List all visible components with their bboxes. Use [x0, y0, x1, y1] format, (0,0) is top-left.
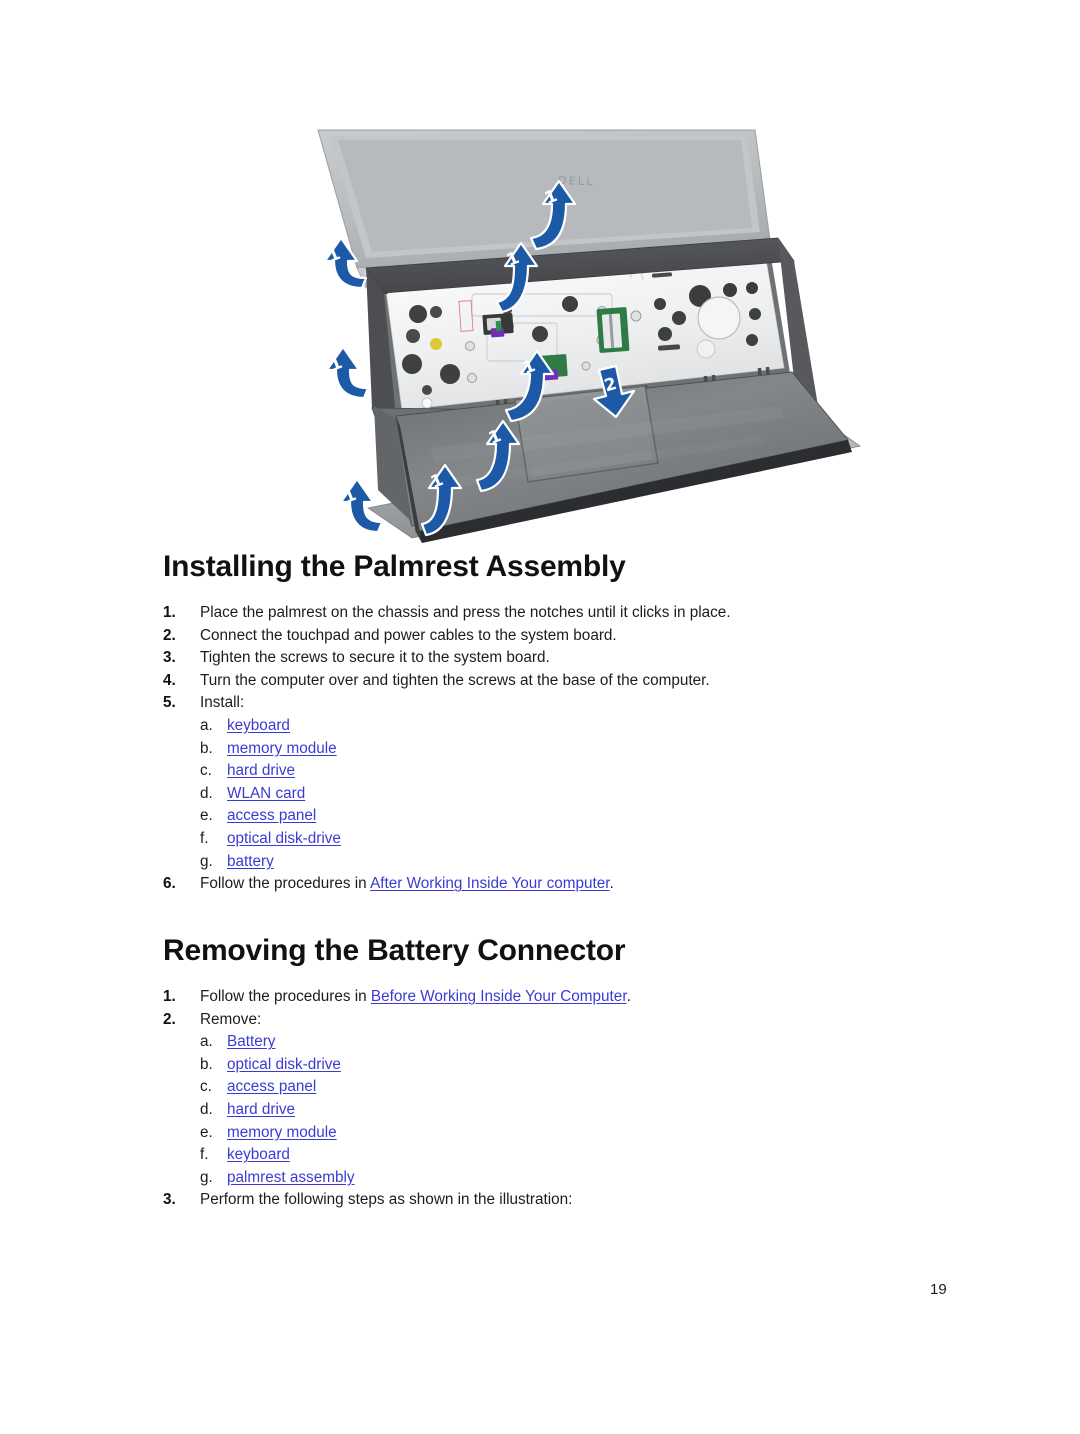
step-item: 1. Place the palmrest on the chassis and…: [163, 602, 963, 625]
list-item: b. optical disk-drive: [200, 1054, 963, 1077]
step-number: 2.: [163, 1010, 176, 1028]
link-wlan-card[interactable]: WLAN card: [227, 785, 305, 802]
list-marker: e.: [200, 807, 213, 825]
step-text-after: .: [609, 875, 614, 893]
step-text: Follow the procedures in Before Working …: [200, 988, 631, 1005]
page-title-removing-battery-connector: Removing the Battery Connector: [163, 934, 626, 967]
page-title-installing-palmrest: Installing the Palmrest Assembly: [163, 550, 626, 583]
link-palmrest-assembly[interactable]: palmrest assembly: [227, 1169, 355, 1186]
step-text: Follow the procedures in After Working I…: [200, 875, 614, 892]
link-memory-module[interactable]: memory module: [227, 740, 337, 757]
step-text-before: Follow the procedures in: [200, 875, 371, 893]
list-marker: b.: [200, 1055, 213, 1073]
step-number: 3.: [163, 649, 176, 667]
link-optical-disk-drive[interactable]: optical disk-drive: [227, 1056, 341, 1073]
step-number: 3.: [163, 1191, 176, 1209]
step-item-install: 5. Install:: [163, 692, 963, 715]
list-marker: d.: [200, 784, 213, 802]
list-marker: a.: [200, 1033, 213, 1051]
list-item: c. access panel: [200, 1076, 963, 1099]
link-battery[interactable]: battery: [227, 853, 274, 870]
install-components-list: a. keyboard b. memory module c. hard dri…: [163, 715, 963, 873]
list-item: b. memory module: [200, 738, 963, 761]
list-marker: a.: [200, 716, 213, 734]
list-marker: g.: [200, 1168, 213, 1186]
link-keyboard[interactable]: keyboard: [227, 1146, 290, 1163]
step-text-before: Follow the procedures in: [200, 988, 371, 1005]
link-optical-disk-drive[interactable]: optical disk-drive: [227, 830, 341, 847]
list-item: e. memory module: [200, 1122, 963, 1145]
callout-arrow-1-left-mid: 1: [325, 345, 370, 400]
step-number: 6.: [163, 875, 176, 893]
list-marker: g.: [200, 852, 213, 870]
list-marker: c.: [200, 1078, 212, 1096]
list-marker: d.: [200, 1100, 213, 1118]
step-item-follow-procedures: 6. Follow the procedures in After Workin…: [163, 873, 963, 896]
step-text: Turn the computer over and tighten the s…: [200, 671, 710, 689]
installing-palmrest-steps: 1. Place the palmrest on the chassis and…: [163, 602, 963, 896]
step-text: Perform the following steps as shown in …: [200, 1191, 573, 1209]
list-marker: e.: [200, 1123, 213, 1141]
list-marker: f.: [200, 1146, 209, 1164]
document-page: DELL 1 1 1 1 1 1 1 1 2 Installing the Pa…: [0, 0, 1080, 1434]
list-item: g. battery: [200, 851, 963, 874]
list-item: f. keyboard: [200, 1144, 963, 1167]
list-item: a. keyboard: [200, 715, 963, 738]
step-number: 1.: [163, 988, 176, 1005]
step-text: Connect the touchpad and power cables to…: [200, 626, 617, 644]
remove-components-list: a. Battery b. optical disk-drive c. acce…: [163, 1031, 963, 1189]
list-item: g. palmrest assembly: [200, 1167, 963, 1190]
step-item: 3. Perform the following steps as shown …: [163, 1189, 963, 1212]
callout-arrow-1-bottom-left: 1: [339, 477, 384, 534]
step-item-remove: 2. Remove:: [163, 1009, 963, 1032]
list-marker: b.: [200, 739, 213, 757]
list-item: d. WLAN card: [200, 783, 963, 806]
list-item: a. Battery: [200, 1031, 963, 1054]
link-access-panel[interactable]: access panel: [227, 807, 316, 824]
step-number: 5.: [163, 694, 176, 712]
list-item: f. optical disk-drive: [200, 828, 963, 851]
step-item: 2. Connect the touchpad and power cables…: [163, 625, 963, 648]
step-item: 4. Turn the computer over and tighten th…: [163, 670, 963, 693]
palmrest-removal-figure: DELL 1 1 1 1 1 1 1 1 2: [300, 118, 900, 543]
step-text: Place the palmrest on the chassis and pr…: [200, 604, 731, 621]
link-keyboard[interactable]: keyboard: [227, 717, 290, 734]
step-item-follow-procedures: 1. Follow the procedures in Before Worki…: [163, 986, 963, 1009]
step-text-after: .: [626, 988, 631, 1005]
link-memory-module[interactable]: memory module: [227, 1124, 337, 1141]
step-text: Remove:: [200, 1010, 262, 1028]
link-hard-drive[interactable]: hard drive: [227, 762, 295, 779]
list-item: e. access panel: [200, 805, 963, 828]
step-text: Install:: [200, 694, 245, 712]
link-before-working-inside-your-computer[interactable]: Before Working Inside Your Computer: [371, 988, 627, 1005]
step-number: 4.: [163, 671, 176, 689]
link-battery[interactable]: Battery: [227, 1033, 275, 1050]
step-number: 1.: [163, 604, 176, 621]
removing-battery-connector-steps: 1. Follow the procedures in Before Worki…: [163, 986, 963, 1212]
step-item: 3. Tighten the screws to secure it to th…: [163, 647, 963, 670]
step-text: Tighten the screws to secure it to the s…: [200, 649, 550, 667]
step-number: 2.: [163, 626, 176, 644]
link-after-working-inside-your-computer[interactable]: After Working Inside Your computer: [370, 875, 610, 892]
list-item: d. hard drive: [200, 1099, 963, 1122]
list-marker: c.: [200, 762, 212, 780]
page-number: 19: [930, 1281, 947, 1298]
list-marker: f.: [200, 829, 209, 847]
link-access-panel[interactable]: access panel: [227, 1078, 316, 1095]
list-item: c. hard drive: [200, 760, 963, 783]
link-hard-drive[interactable]: hard drive: [227, 1101, 295, 1118]
